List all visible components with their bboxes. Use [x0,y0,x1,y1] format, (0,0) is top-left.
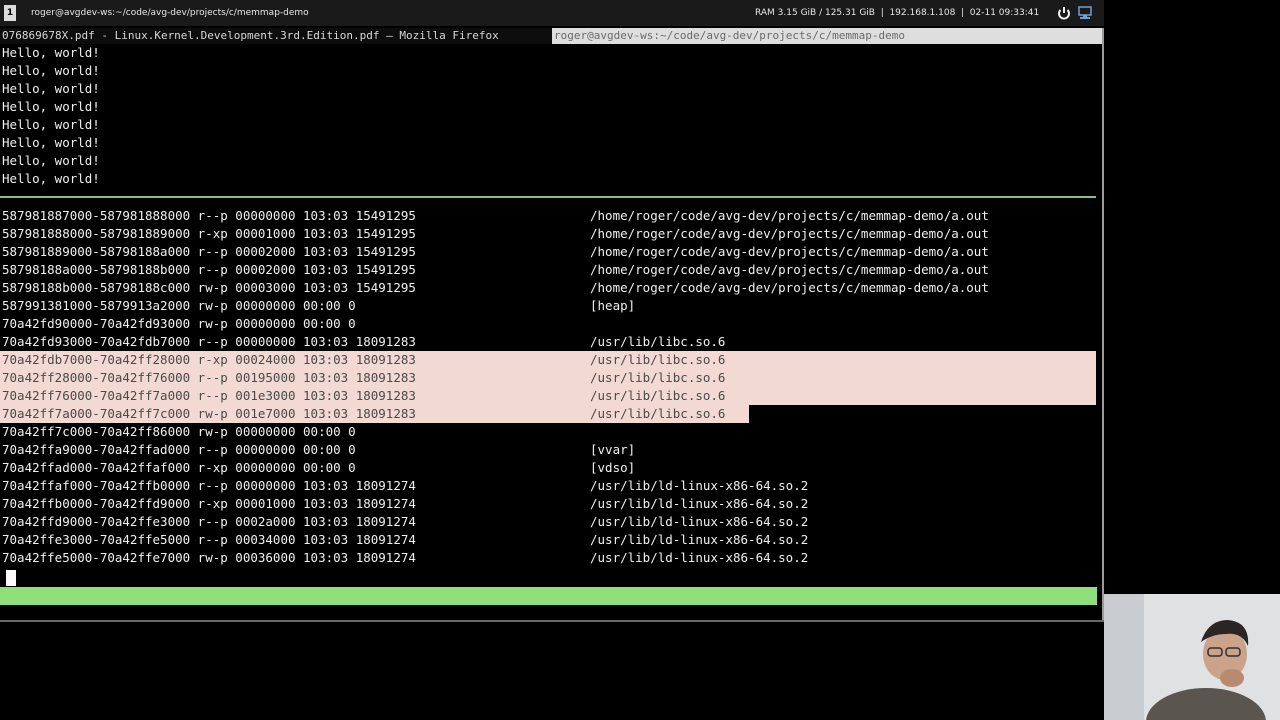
map-path: /usr/lib/libc.so.6 [590,334,726,349]
map-path: /usr/lib/libc.so.6 [590,370,726,385]
map-path: /home/roger/code/avg-dev/projects/c/memm… [590,262,989,277]
map-range: 70a42fd93000-70a42fdb7000 r--p 00000000 … [2,334,416,349]
map-path: /usr/lib/ld-linux-x86-64.so.2 [590,496,809,511]
window-border [0,620,1104,622]
map-path: /usr/lib/libc.so.6 [590,406,726,421]
focused-window-title: roger@avgdev-ws:~/code/avg-dev/projects/… [31,8,309,18]
memory-map-row: 70a42ffd9000-70a42ffe3000 r--p 0002a000 … [0,513,1100,531]
network-icon[interactable] [1077,5,1093,21]
tab-firefox-window[interactable]: 076869678X.pdf - Linux.Kernel.Developmen… [2,29,499,43]
tmux-status-right: "roger@avgdev-ws:~/cod" 09:33 11-Feb-25 [801,624,1096,639]
map-range: 587991381000-5879913a2000 rw-p 00000000 … [2,298,356,313]
map-path: [vdso] [590,460,636,475]
tab-terminal-window[interactable]: roger@avgdev-ws:~/code/avg-dev/projects/… [552,28,1102,44]
terminal-cursor [6,570,16,586]
map-path: [vvar] [590,442,636,457]
map-range: 70a42ffe3000-70a42ffe5000 r--p 00034000 … [2,532,416,547]
map-path: /usr/lib/libc.so.6 [590,352,726,367]
memory-map-row-selected: 70a42ff28000-70a42ff76000 r--p 00195000 … [0,369,1100,387]
map-range: 58798188b000-58798188c000 rw-p 00003000 … [2,280,416,295]
terminal-pane[interactable]: Hello, world! Hello, world! Hello, world… [0,44,1104,592]
map-range: 70a42ff7a000-70a42ff7c000 rw-p 001e7000 … [2,406,416,421]
output-line: Hello, world! [2,153,100,168]
memory-map-row: 70a42ffe5000-70a42ffe7000 rw-p 00036000 … [0,549,1100,567]
memory-map-row: 70a42ffb0000-70a42ffd9000 r-xp 00001000 … [0,495,1100,513]
memory-map-row: 58798188a000-58798188b000 r--p 00002000 … [0,261,1100,279]
map-range: 70a42ff76000-70a42ff7a000 r--p 001e3000 … [2,388,416,403]
memory-map-row-selected: 70a42ff7a000-70a42ff7c000 rw-p 001e7000 … [0,405,1100,423]
map-range: 70a42ff28000-70a42ff76000 r--p 00195000 … [2,370,416,385]
webcam-overlay [1104,594,1280,720]
memory-map-row: 587981887000-587981888000 r--p 00000000 … [0,207,1100,225]
pane-divider[interactable] [0,196,1096,198]
map-path: /home/roger/code/avg-dev/projects/c/memm… [590,280,989,295]
map-path: /home/roger/code/avg-dev/projects/c/memm… [590,226,989,241]
memory-map-row: 70a42fd90000-70a42fd93000 rw-p 00000000 … [0,315,1100,333]
output-line: Hello, world! [2,135,100,150]
output-line: Hello, world! [2,63,100,78]
power-icon[interactable] [1057,5,1071,21]
memory-map-row: 587981888000-587981889000 r-xp 00001000 … [0,225,1100,243]
memory-map-row: 58798188b000-58798188c000 rw-p 00003000 … [0,279,1100,297]
map-path: /usr/lib/ld-linux-x86-64.so.2 [590,550,809,565]
map-range: 587981887000-587981888000 r--p 00000000 … [2,208,416,223]
map-range: 70a42fd90000-70a42fd93000 rw-p 00000000 … [2,316,356,331]
memory-map-row: 587991381000-5879913a2000 rw-p 00000000 … [0,297,1100,315]
output-line: Hello, world! [2,117,100,132]
map-range: 70a42ffd9000-70a42ffe3000 r--p 0002a000 … [2,514,416,529]
map-range: 70a42ffe5000-70a42ffe7000 rw-p 00036000 … [2,550,416,565]
map-path: /usr/lib/ld-linux-x86-64.so.2 [590,478,809,493]
tmux-status-bar: [0] 0:bash* "roger@avgdev-ws:~/cod" 09:3… [0,587,1097,639]
map-range: 70a42ffa9000-70a42ffad000 r--p 00000000 … [2,442,356,457]
map-range: 587981888000-587981889000 r-xp 00001000 … [2,226,416,241]
map-range: 70a42fdb7000-70a42ff28000 r-xp 00024000 … [2,352,416,367]
map-path: /home/roger/code/avg-dev/projects/c/memm… [590,244,989,259]
output-line: Hello, world! [2,45,100,60]
map-range: 70a42ffad000-70a42ffaf000 r-xp 00000000 … [2,460,356,475]
memory-map-row-selected: 70a42fdb7000-70a42ff28000 r-xp 00024000 … [0,351,1100,369]
map-range: 70a42ffb0000-70a42ffd9000 r-xp 00001000 … [2,496,416,511]
system-topbar: 1 roger@avgdev-ws:~/code/avg-dev/project… [0,0,1104,26]
map-range: 70a42ffaf000-70a42ffb0000 r--p 00000000 … [2,478,416,493]
memory-map-row: 70a42ffe3000-70a42ffe5000 r--p 00034000 … [0,531,1100,549]
output-line: Hello, world! [2,171,100,186]
memory-map-row: 70a42ffa9000-70a42ffad000 r--p 00000000 … [0,441,1100,459]
output-line: Hello, world! [2,99,100,114]
memory-map-row: 70a42ffad000-70a42ffaf000 r-xp 00000000 … [0,459,1100,477]
map-path: /usr/lib/ld-linux-x86-64.so.2 [590,532,809,547]
map-path: /usr/lib/libc.so.6 [590,388,726,403]
map-range: 70a42ff7c000-70a42ff86000 rw-p 00000000 … [2,424,356,439]
map-range: 58798188a000-58798188b000 r--p 00002000 … [2,262,416,277]
memory-map-row: 70a42ff7c000-70a42ff86000 rw-p 00000000 … [0,423,1100,441]
map-path: /usr/lib/ld-linux-x86-64.so.2 [590,514,809,529]
map-path: [heap] [590,298,636,313]
output-line: Hello, world! [2,81,100,96]
memory-map-row: 70a42ffaf000-70a42ffb0000 r--p 00000000 … [0,477,1100,495]
map-path: /home/roger/code/avg-dev/projects/c/memm… [590,208,989,223]
memory-map-row-selected: 70a42ff76000-70a42ff7a000 r--p 001e3000 … [0,387,1100,405]
workspace-indicator[interactable]: 1 [4,5,16,21]
webcam-person-image [1104,594,1280,720]
window-tab-row: 076869678X.pdf - Linux.Kernel.Developmen… [0,28,1104,44]
map-range: 587981889000-58798188a000 r--p 00002000 … [2,244,416,259]
system-info: RAM 3.15 GiB / 125.31 GiB | 192.168.1.10… [755,8,1040,18]
memory-map-row: 587981889000-58798188a000 r--p 00002000 … [0,243,1100,261]
window-border [1102,28,1104,622]
memory-map-row: 70a42fd93000-70a42fdb7000 r--p 00000000 … [0,333,1100,351]
